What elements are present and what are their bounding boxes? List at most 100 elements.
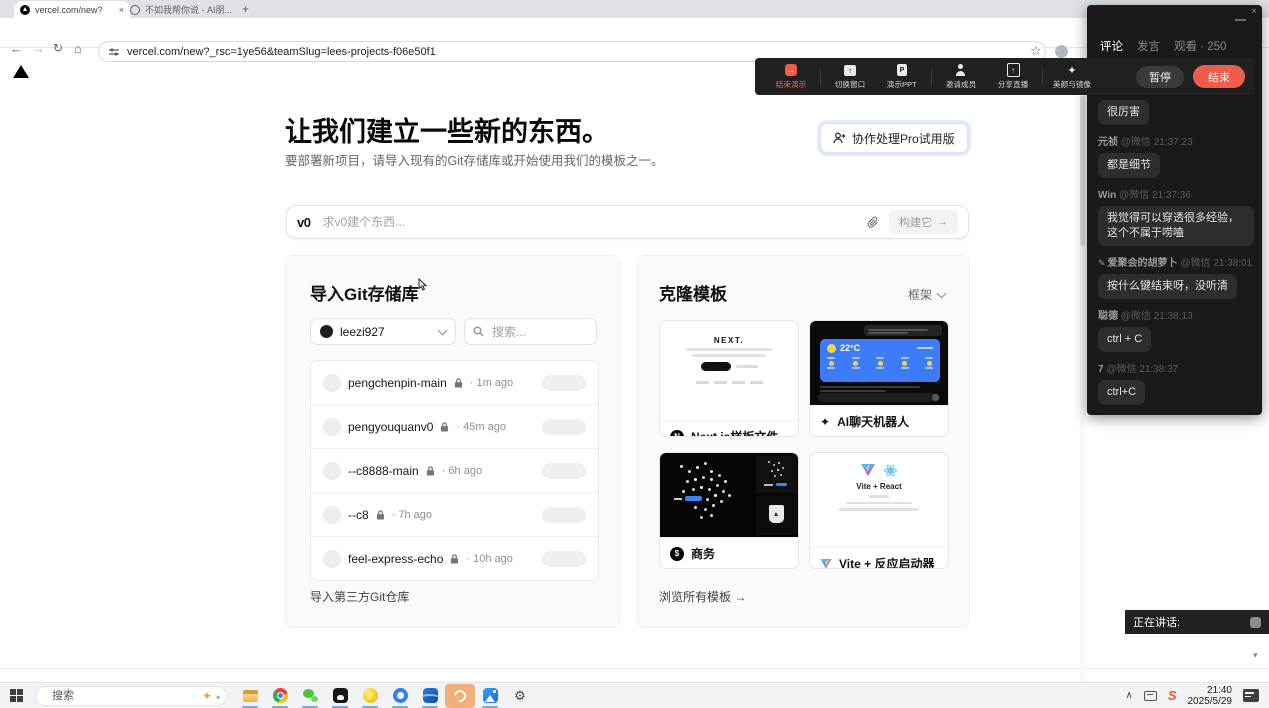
template-card-commerce[interactable]: $ 商务 bbox=[659, 452, 799, 569]
lock-icon bbox=[376, 510, 385, 520]
person-plus-icon bbox=[833, 132, 846, 144]
import-button-skeleton[interactable] bbox=[542, 375, 586, 391]
scroll-down-arrow[interactable]: ▾ bbox=[1253, 650, 1258, 661]
home-icon[interactable]: ⌂ bbox=[74, 41, 82, 56]
mouse-cursor bbox=[418, 278, 429, 291]
url-text: vercel.com/new?_rsc=1ye56&teamSlug=lees-… bbox=[127, 46, 436, 58]
back-icon[interactable]: ← bbox=[10, 41, 23, 56]
repo-search-box[interactable] bbox=[464, 318, 597, 345]
framework-filter[interactable]: 框架 bbox=[908, 286, 945, 303]
scrollbar-thumb[interactable] bbox=[1080, 96, 1085, 246]
end-button[interactable]: 结束 bbox=[1193, 65, 1245, 88]
speaker-avatar-icon bbox=[1250, 617, 1261, 628]
tab-comments[interactable]: 评论 bbox=[1100, 38, 1123, 60]
sogou-input-icon[interactable]: S bbox=[1168, 688, 1177, 703]
v0-prompt-bar[interactable]: v0 构建它 → bbox=[286, 205, 969, 239]
bookmark-star-icon[interactable]: ☆ bbox=[1030, 43, 1042, 59]
invite-members-button[interactable]: 邀请成员 bbox=[939, 64, 983, 90]
import-button-skeleton[interactable] bbox=[542, 507, 586, 523]
chat-sender: ✎爱聚会的胡萝卜 @微信 21:38:01 bbox=[1098, 254, 1252, 269]
repo-row[interactable]: --c8 · 7h ago bbox=[311, 492, 598, 536]
windows-taskbar: ✦✦ ♪ ⚙ ∧ S 21:40 2025/5/29 bbox=[0, 682, 1269, 708]
share-live-button[interactable]: ↑ 分享直播 bbox=[991, 64, 1035, 90]
vercel-favicon bbox=[20, 5, 30, 15]
page-footer-divider bbox=[0, 668, 1269, 669]
repo-avatar bbox=[323, 550, 341, 568]
toolbar-divider bbox=[820, 69, 821, 85]
close-icon[interactable]: × bbox=[1251, 6, 1257, 17]
tab-speak[interactable]: 发言 bbox=[1137, 38, 1160, 60]
taskbar-search[interactable]: ✦✦ bbox=[35, 686, 227, 706]
template-card-vite-react[interactable]: Vite + React Vite + 反应启动器 bbox=[809, 452, 949, 569]
ppt-icon: P bbox=[897, 64, 907, 76]
sun-icon bbox=[827, 344, 836, 353]
github-desktop-icon[interactable] bbox=[325, 684, 355, 708]
present-ppt-button[interactable]: P 演示PPT bbox=[880, 64, 924, 90]
repo-row[interactable]: --c8888-main · 6h ago bbox=[311, 448, 598, 492]
repo-row[interactable]: pengyouquanv0 · 45m ago bbox=[311, 404, 598, 448]
browser-app-icon[interactable] bbox=[385, 684, 415, 708]
file-explorer-icon[interactable] bbox=[235, 684, 265, 708]
v0-prompt-input[interactable] bbox=[320, 214, 857, 230]
tab-vercel[interactable]: vercel.com/new? × bbox=[14, 1, 130, 18]
tab2-favicon bbox=[130, 5, 140, 15]
switch-window-button[interactable]: ↑ 切换窗口 bbox=[828, 64, 872, 90]
lock-icon bbox=[454, 378, 463, 388]
lock-icon bbox=[440, 422, 449, 432]
new-tab-button[interactable]: + bbox=[242, 2, 249, 16]
build-it-button[interactable]: 构建它 → bbox=[889, 210, 958, 234]
minimize-icon[interactable]: — bbox=[1235, 14, 1246, 26]
commerce-preview bbox=[660, 453, 798, 537]
beauty-mirror-button[interactable]: ✦ 美颜与镜像 bbox=[1050, 64, 1094, 90]
repo-row[interactable]: pengchenpin-main · 1m ago bbox=[311, 361, 598, 404]
music-app-icon[interactable]: ♪ bbox=[355, 684, 385, 708]
pause-button[interactable]: 暂停 bbox=[1136, 66, 1184, 88]
git-account-select[interactable]: leezi927 bbox=[310, 318, 456, 345]
template-grid: NEXT. N Next.js样板文件 22°C bbox=[659, 320, 949, 569]
sparkles-icon: ✦ bbox=[820, 415, 830, 429]
clock-date: 2025/5/29 bbox=[1188, 696, 1233, 707]
copilot-spark-icon[interactable]: ✦ bbox=[202, 690, 212, 702]
end-presentation-button[interactable]: → 结束演示 bbox=[769, 64, 813, 90]
third-party-git-link[interactable]: 导入第三方Git仓库 bbox=[310, 588, 409, 605]
chat-bubble: 按什么键结束呀，没听清 bbox=[1098, 274, 1237, 299]
tray-expand-icon[interactable]: ∧ bbox=[1126, 690, 1133, 701]
photos-app-icon[interactable] bbox=[475, 684, 505, 708]
settings-gear-icon[interactable]: ⚙ bbox=[505, 684, 535, 708]
switch-window-icon: ↑ bbox=[844, 65, 856, 76]
site-info-icon[interactable] bbox=[109, 47, 119, 57]
start-button[interactable] bbox=[10, 689, 23, 702]
reload-icon[interactable]: ↻ bbox=[53, 41, 63, 55]
profile-avatar[interactable] bbox=[1055, 45, 1068, 58]
wechat-icon[interactable] bbox=[295, 684, 325, 708]
chat-bubble: 我觉得可以穿透很多经验，这个不属于唠嗑 bbox=[1098, 206, 1254, 246]
vite-react-preview: Vite + React bbox=[810, 453, 948, 547]
blue-app-icon[interactable] bbox=[415, 684, 445, 708]
repo-row[interactable]: feel-express-echo · 10h ago bbox=[311, 536, 598, 580]
notification-center-icon[interactable] bbox=[1243, 689, 1259, 702]
tab-viewers[interactable]: 观看 · 250 bbox=[1174, 38, 1226, 60]
attachment-icon[interactable] bbox=[867, 216, 879, 228]
chat-bubble: 很厉害 bbox=[1098, 100, 1149, 125]
repo-search-input[interactable] bbox=[490, 324, 574, 340]
active-recording-app-icon[interactable] bbox=[445, 684, 475, 708]
chat-bubble: 都是细节 bbox=[1098, 153, 1160, 178]
chrome-icon[interactable] bbox=[265, 684, 295, 708]
template-card-ai-chatbot[interactable]: 22°C ✦ AI聊天机器人 bbox=[809, 320, 949, 437]
template-card-nextjs[interactable]: NEXT. N Next.js样板文件 bbox=[659, 320, 799, 437]
search-icon bbox=[473, 326, 484, 337]
clone-templates-panel: 克隆模板 框架 NEXT. N Next.js样板文件 22°C bbox=[637, 255, 970, 628]
collaborate-pro-button[interactable]: 协作处理Pro试用版 bbox=[820, 123, 968, 153]
taskbar-clock[interactable]: 21:40 2025/5/29 bbox=[1188, 685, 1233, 707]
forward-icon[interactable]: → bbox=[32, 41, 45, 56]
taskbar-search-input[interactable] bbox=[50, 689, 196, 703]
import-button-skeleton[interactable] bbox=[542, 463, 586, 479]
import-button-skeleton[interactable] bbox=[542, 551, 586, 567]
nextjs-icon: N bbox=[670, 430, 684, 438]
react-logo bbox=[884, 464, 897, 477]
tab-ai-friend[interactable]: 不如我帮你说 - AI朋... bbox=[124, 1, 248, 18]
ai-chatbot-preview: 22°C bbox=[810, 321, 948, 405]
hardware-monitor-icon[interactable] bbox=[1144, 691, 1157, 701]
import-button-skeleton[interactable] bbox=[542, 419, 586, 435]
browse-all-templates-link[interactable]: 浏览所有模板 → bbox=[659, 588, 746, 605]
